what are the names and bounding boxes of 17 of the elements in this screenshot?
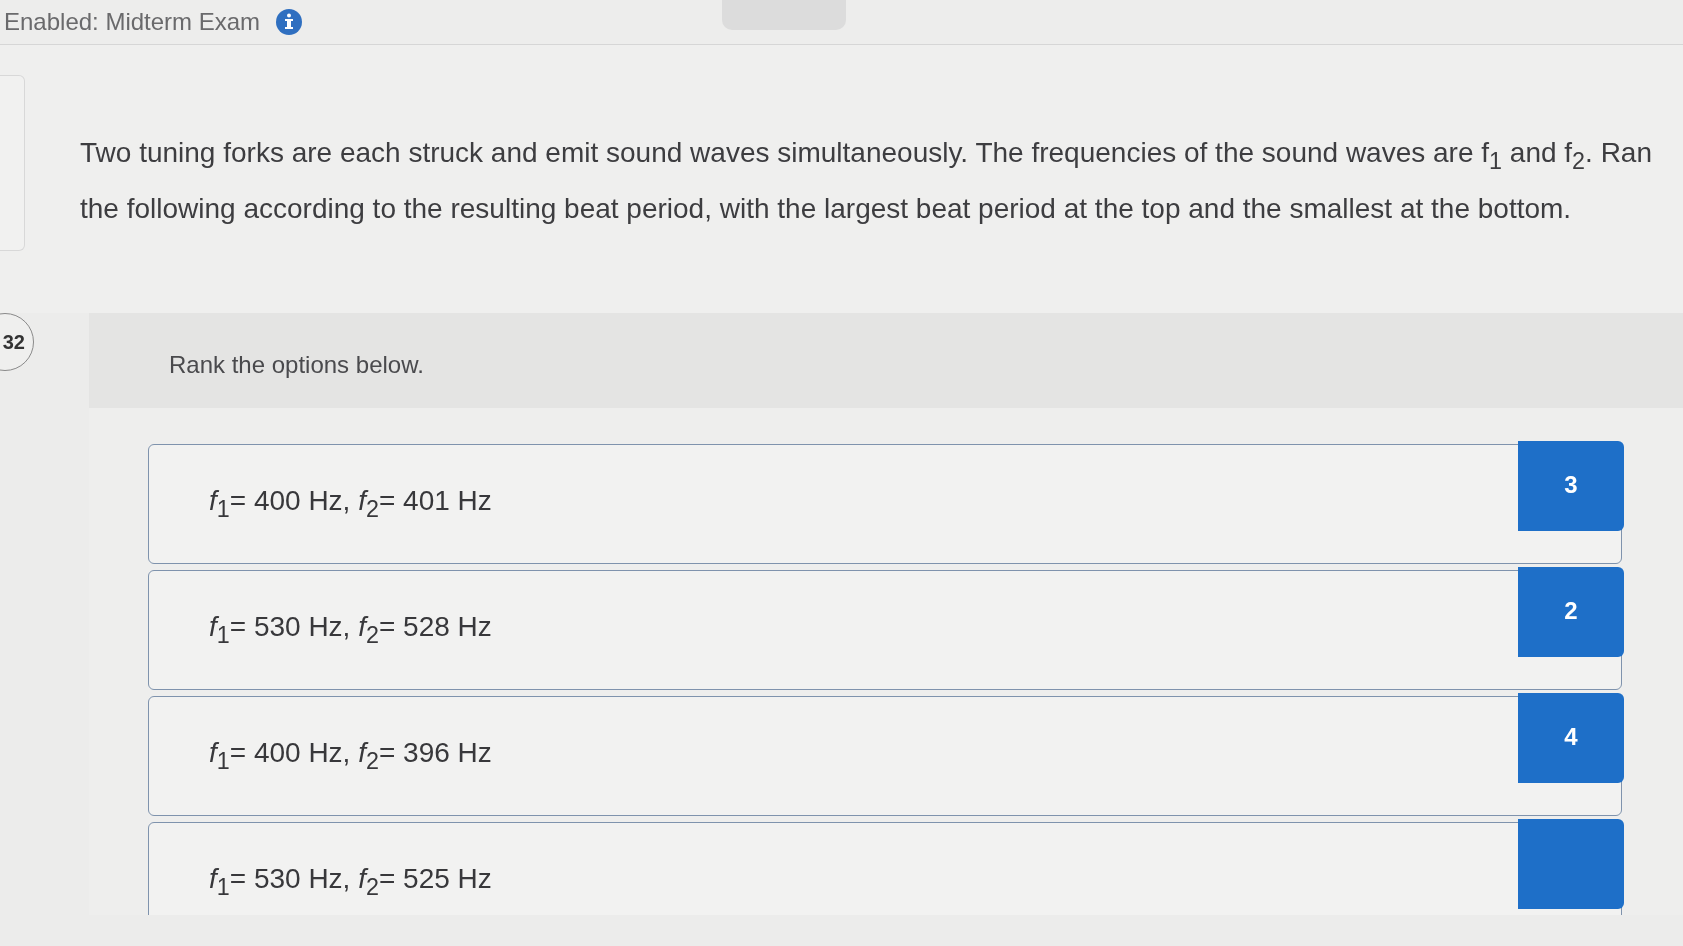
rank-handle[interactable]: 3 <box>1518 441 1624 531</box>
option-label: f$_{1}$= 400 Hz, f$_{2}$= 396 Hz <box>208 737 493 775</box>
question-number: 32 <box>0 313 34 371</box>
ranking-option[interactable]: f$_{1}$= 530 Hz, f$_{2}$= 528 Hz 2 <box>148 570 1622 690</box>
option-label: f$_{1}$= 400 Hz, f$_{2}$= 401 Hz <box>208 485 493 523</box>
question-text: Two tuning forks are each struck and emit sound waves simultaneously. The frequencies of the sound waves are f$_{1}$ and f$_{2}$. Ran the following according to the resulting beat period, with the largest beat period at the top and the smallest at the bottom. <box>80 136 1653 226</box>
info-icon[interactable] <box>276 9 303 35</box>
option-label: f$_{1}$= 530 Hz, f$_{2}$= 525 Hz <box>208 863 493 901</box>
ranking-option[interactable]: f$_{1}$= 400 Hz, f$_{2}$= 396 Hz 4 <box>148 696 1622 816</box>
rank-handle[interactable]: 4 <box>1518 693 1624 783</box>
ranking-option[interactable]: f$_{1}$= 530 Hz, f$_{2}$= 525 Hz <box>148 822 1622 915</box>
rank-handle[interactable] <box>1518 819 1624 909</box>
exam-title: Enabled: Midterm Exam <box>4 8 261 36</box>
option-label: f$_{1}$= 530 Hz, f$_{2}$= 528 Hz <box>208 611 493 649</box>
rank-handle[interactable]: 2 <box>1518 567 1624 657</box>
instruction-text: Rank the options below. <box>169 350 424 379</box>
ranking-option[interactable]: f$_{1}$= 400 Hz, f$_{2}$= 401 Hz 3 <box>148 444 1622 564</box>
